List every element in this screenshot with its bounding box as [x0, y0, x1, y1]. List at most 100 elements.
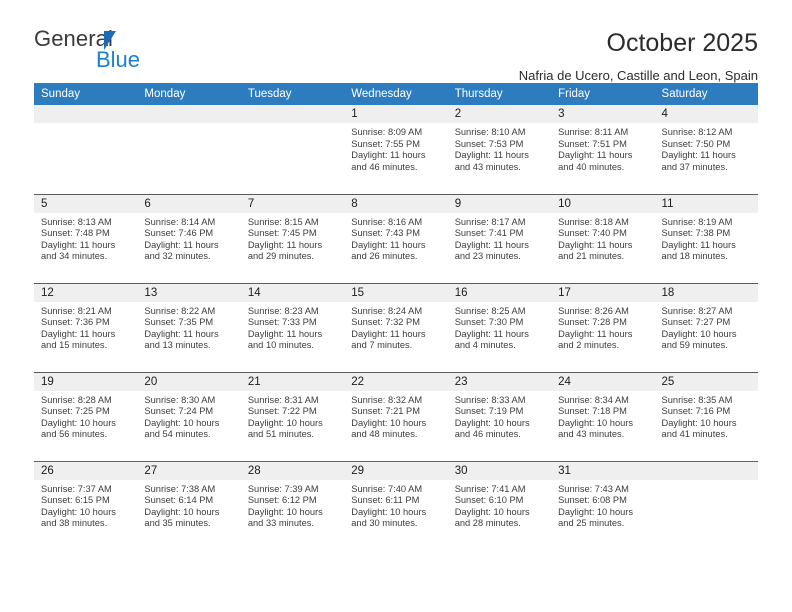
- sunrise-text: Sunrise: 8:11 AM: [558, 127, 629, 137]
- calendar-week-row: 12 Sunrise: 8:21 AM Sunset: 7:36 PM Dayligh…: [34, 282, 758, 372]
- daylight-text-line1: Daylight: 11 hours: [144, 328, 219, 339]
- calendar-day-cell[interactable]: 30 Sunrise: 7:41 AM Sunset: 6:10 PM Dayligh…: [447, 460, 552, 550]
- calendar-day-cell[interactable]: 20 Sunrise: 8:30 AM Sunset: 7:24 PM Dayligh…: [137, 371, 241, 461]
- day-8: 8 Sunrise: 8:16 AM Sunset: 7:43 PM Daylight…: [344, 194, 448, 283]
- sunrise-text: Sunrise: 8:15 AM: [247, 216, 319, 227]
- calendar-day-cell: [137, 105, 241, 194]
- day-number: [137, 105, 241, 123]
- calendar-day-cell[interactable]: 1 Sunrise: 8:09 AM Sunset: 7:55 PM Daylight…: [344, 105, 448, 194]
- daylight-text-line1: Daylight: 10 hours: [41, 417, 116, 428]
- sunrise-text: Sunrise: 8:28 AM: [41, 394, 112, 405]
- daylight-text-line2: and 7 minutes.: [351, 340, 413, 351]
- sunrise-text: Sunrise: 8:25 AM: [454, 305, 526, 316]
- calendar-day-cell[interactable]: 11 Sunrise: 8:19 AM Sunset: 7:38 PM Dayligh…: [654, 193, 758, 283]
- day-details: Sunrise: 8:35 AM Sunset: 7:16 PM Daylight:…: [655, 391, 758, 441]
- daylight-text-line2: and 35 minutes.: [144, 518, 211, 529]
- calendar-day-cell[interactable]: 18 Sunrise: 8:27 AM Sunset: 7:27 PM Dayligh…: [654, 282, 758, 372]
- day-23: 23 Sunrise: 8:33 AM Sunset: 7:19 PM Dayligh…: [447, 372, 552, 461]
- sunset-text: Sunset: 6:08 PM: [558, 495, 627, 506]
- calendar-day-cell[interactable]: 12 Sunrise: 8:21 AM Sunset: 7:36 PM Dayligh…: [34, 282, 138, 372]
- calendar-day-cell[interactable]: 4 Sunrise: 8:12 AM Sunset: 7:50 PM Daylight…: [654, 105, 758, 194]
- day-31: 31 Sunrise: 7:43 AM Sunset: 6:08 PM Dayligh…: [551, 461, 655, 551]
- daylight-text-line1: Daylight: 10 hours: [454, 506, 530, 517]
- day-number: 26: [34, 461, 138, 480]
- sunrise-text: Sunrise: 8:31 AM: [247, 394, 319, 405]
- daylight-text-line1: Daylight: 10 hours: [661, 417, 737, 428]
- daylight-text-line2: and 21 minutes.: [558, 251, 625, 262]
- daylight-text-line1: Daylight: 11 hours: [558, 150, 633, 161]
- daylight-text-line1: Daylight: 11 hours: [351, 328, 426, 339]
- daylight-text-line2: and 48 minutes.: [351, 429, 418, 440]
- day-number: 23: [447, 372, 552, 391]
- daylight-text-line2: and 46 minutes.: [351, 161, 418, 172]
- day-number: 12: [34, 283, 138, 302]
- weekday-header-wednesday: Wednesday: [344, 83, 448, 105]
- calendar-day-cell[interactable]: 2 Sunrise: 8:10 AM Sunset: 7:53 PM Daylight…: [447, 105, 552, 194]
- day-10: 10 Sunrise: 8:18 AM Sunset: 7:40 PM Dayligh…: [551, 194, 655, 283]
- daylight-text-line1: Daylight: 10 hours: [351, 417, 427, 428]
- calendar-day-cell[interactable]: 19 Sunrise: 8:28 AM Sunset: 7:25 PM Dayligh…: [34, 371, 138, 461]
- calendar-body: 1 Sunrise: 8:09 AM Sunset: 7:55 PM Daylight…: [34, 105, 758, 550]
- calendar-day-cell[interactable]: 25 Sunrise: 8:35 AM Sunset: 7:16 PM Dayligh…: [654, 371, 758, 461]
- sunset-text: Sunset: 7:55 PM: [351, 138, 420, 149]
- daylight-text-line1: Daylight: 10 hours: [454, 417, 530, 428]
- sunrise-text: Sunrise: 7:37 AM: [41, 483, 112, 494]
- day-details: Sunrise: 8:28 AM Sunset: 7:25 PM Daylight:…: [34, 391, 137, 441]
- day-details: Sunrise: 8:26 AM Sunset: 7:28 PM Daylight:…: [551, 302, 654, 352]
- sunrise-text: Sunrise: 8:19 AM: [661, 216, 733, 227]
- brand-logo[interactable]: General Blue: [34, 28, 214, 80]
- sunset-text: Sunset: 7:51 PM: [558, 138, 627, 149]
- daylight-text-line2: and 38 minutes.: [41, 518, 108, 529]
- daylight-text-line2: and 54 minutes.: [144, 429, 211, 440]
- day-number: 15: [344, 283, 448, 302]
- weekday-header-monday: Monday: [137, 83, 241, 105]
- day-details: Sunrise: 8:32 AM Sunset: 7:21 PM Daylight:…: [344, 391, 447, 441]
- calendar-day-cell[interactable]: 24 Sunrise: 8:34 AM Sunset: 7:18 PM Dayligh…: [551, 371, 655, 461]
- sunrise-text: Sunrise: 8:35 AM: [661, 394, 733, 405]
- calendar-day-cell[interactable]: 14 Sunrise: 8:23 AM Sunset: 7:33 PM Dayligh…: [240, 282, 345, 372]
- calendar-day-cell[interactable]: 21 Sunrise: 8:31 AM Sunset: 7:22 PM Dayligh…: [240, 371, 345, 461]
- daylight-text-line1: Daylight: 10 hours: [247, 417, 323, 428]
- calendar-day-cell[interactable]: 26 Sunrise: 7:37 AM Sunset: 6:15 PM Dayligh…: [34, 460, 138, 550]
- day-number: 6: [137, 194, 241, 213]
- calendar-day-cell[interactable]: 15 Sunrise: 8:24 AM Sunset: 7:32 PM Dayligh…: [344, 282, 448, 372]
- brand-name-blue: Blue: [96, 47, 141, 72]
- day-details: Sunrise: 8:33 AM Sunset: 7:19 PM Daylight:…: [448, 391, 551, 441]
- sunrise-text: Sunrise: 8:21 AM: [41, 305, 112, 316]
- calendar-day-cell[interactable]: 22 Sunrise: 8:32 AM Sunset: 7:21 PM Dayligh…: [344, 371, 448, 461]
- calendar-day-cell[interactable]: 16 Sunrise: 8:25 AM Sunset: 7:30 PM Dayligh…: [447, 282, 552, 372]
- calendar-day-cell[interactable]: 3 Sunrise: 8:11 AM Sunset: 7:51 PM Daylight…: [551, 105, 655, 194]
- calendar-day-cell[interactable]: 8 Sunrise: 8:16 AM Sunset: 7:43 PM Daylight…: [344, 193, 448, 283]
- calendar-day-cell[interactable]: 10 Sunrise: 8:18 AM Sunset: 7:40 PM Dayligh…: [551, 193, 655, 283]
- day-details: Sunrise: 8:16 AM Sunset: 7:43 PM Daylight:…: [344, 213, 447, 263]
- sunrise-text: Sunrise: 8:16 AM: [351, 216, 423, 227]
- day-number: 24: [551, 372, 655, 391]
- daylight-text-line2: and 32 minutes.: [144, 251, 211, 262]
- day-29: 29 Sunrise: 7:40 AM Sunset: 6:11 PM Dayligh…: [344, 461, 448, 551]
- day-number: 21: [240, 372, 345, 391]
- day-number: 25: [654, 372, 758, 391]
- day-12: 12 Sunrise: 8:21 AM Sunset: 7:36 PM Dayligh…: [34, 283, 138, 372]
- day-16: 16 Sunrise: 8:25 AM Sunset: 7:30 PM Dayligh…: [447, 283, 552, 372]
- calendar-day-cell[interactable]: 29 Sunrise: 7:40 AM Sunset: 6:11 PM Dayligh…: [344, 460, 448, 551]
- calendar-week-row: 26 Sunrise: 7:37 AM Sunset: 6:15 PM Dayligh…: [34, 460, 758, 551]
- calendar-day-cell[interactable]: 17 Sunrise: 8:26 AM Sunset: 7:28 PM Dayligh…: [551, 282, 655, 372]
- sunset-text: Sunset: 7:22 PM: [247, 406, 317, 417]
- day-number: 11: [654, 194, 758, 213]
- calendar-day-cell[interactable]: 23 Sunrise: 8:33 AM Sunset: 7:19 PM Dayligh…: [447, 371, 552, 461]
- calendar-day-cell[interactable]: 27 Sunrise: 7:38 AM Sunset: 6:14 PM Dayligh…: [137, 460, 241, 550]
- day-7: 7 Sunrise: 8:15 AM Sunset: 7:45 PM Daylight…: [240, 194, 345, 283]
- calendar-day-cell[interactable]: 28 Sunrise: 7:39 AM Sunset: 6:12 PM Dayligh…: [240, 460, 345, 551]
- calendar-day-cell[interactable]: 5 Sunrise: 8:13 AM Sunset: 7:48 PM Daylight…: [34, 193, 138, 283]
- day-number: 5: [34, 194, 138, 213]
- calendar-day-cell[interactable]: 9 Sunrise: 8:17 AM Sunset: 7:41 PM Daylight…: [447, 193, 552, 283]
- daylight-text-line1: Daylight: 11 hours: [454, 328, 529, 339]
- calendar-day-cell[interactable]: 13 Sunrise: 8:22 AM Sunset: 7:35 PM Dayligh…: [137, 282, 241, 372]
- day-28: 28 Sunrise: 7:39 AM Sunset: 6:12 PM Dayligh…: [240, 461, 345, 551]
- sunset-text: Sunset: 7:53 PM: [454, 138, 524, 149]
- sunset-text: Sunset: 7:28 PM: [558, 317, 627, 328]
- daylight-text-line1: Daylight: 10 hours: [41, 506, 116, 517]
- calendar-day-cell[interactable]: 6 Sunrise: 8:14 AM Sunset: 7:46 PM Daylight…: [137, 193, 241, 283]
- calendar-day-cell[interactable]: 7 Sunrise: 8:15 AM Sunset: 7:45 PM Daylight…: [240, 193, 345, 283]
- calendar-day-cell[interactable]: 31 Sunrise: 7:43 AM Sunset: 6:08 PM Dayligh…: [551, 460, 655, 551]
